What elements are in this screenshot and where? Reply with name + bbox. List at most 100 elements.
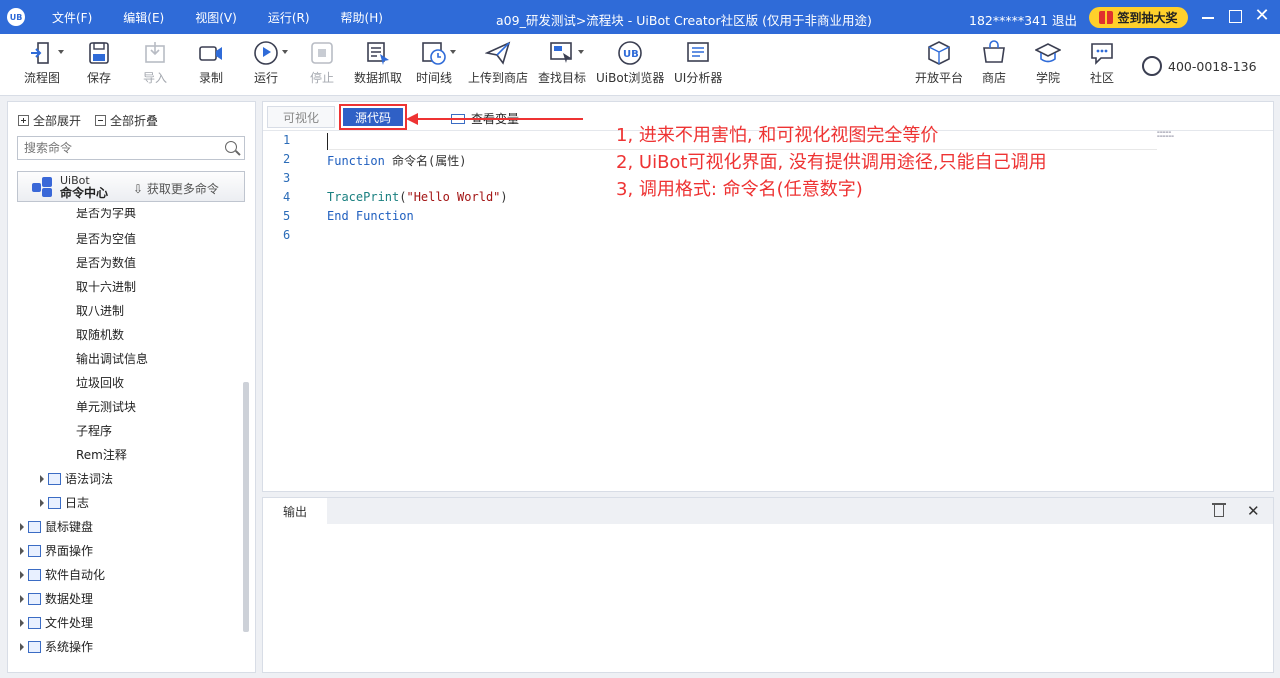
tree-group-file-processing[interactable]: 文件处理 — [20, 614, 93, 631]
close-output-icon[interactable]: ✕ — [1247, 502, 1260, 520]
close-button[interactable]: ✕ — [1254, 7, 1270, 25]
tree-group-data-processing[interactable]: 数据处理 — [20, 590, 93, 607]
command-search-input[interactable] — [17, 136, 245, 160]
code-line[interactable]: Function 命令名(属性) — [327, 152, 466, 169]
support-phone: 400-0018-136 — [1142, 56, 1257, 76]
menu-file[interactable]: 文件(F) — [52, 9, 92, 26]
tree-item[interactable]: 单元测试块 — [76, 398, 136, 415]
record-button[interactable]: 录制 — [198, 40, 224, 86]
tree-item[interactable]: 是否为字典 — [76, 208, 136, 221]
expand-arrow-icon[interactable] — [20, 642, 24, 651]
support-phone-number: 400-0018-136 — [1168, 58, 1257, 74]
graduation-cap-icon — [1034, 40, 1062, 66]
upload-store-button[interactable]: 上传到商店 — [468, 40, 528, 86]
log-icon — [48, 496, 61, 509]
output-tab[interactable]: 输出 — [263, 498, 327, 524]
uibot-browser-button[interactable]: UB UiBot浏览器 — [596, 40, 664, 86]
search-icon[interactable] — [225, 141, 237, 153]
tree-item[interactable]: 取八进制 — [76, 302, 124, 319]
maximize-button[interactable] — [1227, 8, 1243, 24]
checkin-lottery-button[interactable]: 签到抽大奖 — [1089, 7, 1188, 28]
store-button[interactable]: 商店 — [981, 40, 1007, 86]
run-icon — [253, 40, 288, 66]
collapse-all-button[interactable]: 全部折叠 — [95, 112, 158, 129]
tree-item[interactable]: 输出调试信息 — [76, 350, 148, 367]
expand-arrow-icon[interactable] — [20, 546, 24, 555]
store-icon — [981, 40, 1007, 66]
software-icon — [28, 568, 41, 581]
menu-run[interactable]: 运行(R) — [268, 9, 310, 26]
find-target-button[interactable]: 查找目标 — [538, 40, 586, 86]
open-platform-button[interactable]: 开放平台 — [915, 40, 963, 86]
expand-arrow-icon[interactable] — [20, 570, 24, 579]
user-logout[interactable]: 182*****341 退出 — [969, 10, 1077, 29]
tree-group-mouse-keyboard[interactable]: 鼠标键盘 — [20, 518, 93, 535]
tree-item[interactable]: 取随机数 — [76, 326, 124, 343]
line-number: 4 — [283, 190, 291, 204]
window-icon — [28, 544, 41, 557]
tree-item[interactable]: 取十六进制 — [76, 278, 136, 295]
line-number: 6 — [283, 228, 291, 242]
tree-item[interactable]: 垃圾回收 — [76, 374, 124, 391]
ui-analyzer-button[interactable]: UI分析器 — [674, 40, 722, 86]
save-icon — [86, 40, 112, 66]
annotation-line-1: 1, 进来不用害怕, 和可视化视图完全等价 — [616, 125, 939, 146]
annotation-arrow — [413, 118, 583, 120]
tree-group-log[interactable]: 日志 — [40, 494, 89, 511]
phone-icon — [1142, 56, 1162, 76]
tree-group-syntax[interactable]: 语法词法 — [40, 470, 113, 487]
flowchart-button[interactable]: 流程图 — [24, 40, 64, 86]
plus-box-icon — [18, 115, 29, 126]
open-platform-icon — [926, 40, 952, 66]
command-center-button[interactable]: UiBot 命令中心 ⇩ 获取更多命令 — [17, 171, 245, 202]
window-title: a09_研发测试>流程块 - UiBot Creator社区版 (仅用于非商业用… — [496, 13, 872, 28]
tree-item[interactable]: 子程序 — [76, 422, 112, 439]
tab-visual[interactable]: 可视化 — [267, 106, 335, 128]
stop-button[interactable]: 停止 — [309, 40, 335, 86]
save-button[interactable]: 保存 — [86, 40, 112, 86]
tree-item[interactable]: 是否为空值 — [76, 230, 136, 247]
import-icon — [142, 40, 168, 66]
app-logo-icon: UB — [7, 8, 25, 26]
expand-all-button[interactable]: 全部展开 — [18, 112, 81, 129]
line-number: 3 — [283, 171, 291, 185]
minus-box-icon — [95, 115, 107, 126]
get-more-commands-link[interactable]: ⇩ 获取更多命令 — [133, 180, 219, 197]
tab-source[interactable]: 源代码 — [343, 108, 403, 126]
command-tree-scrollbar[interactable] — [243, 382, 249, 632]
tree-item[interactable]: Rem注释 — [76, 446, 127, 463]
annotation-line-3: 3, 调用格式: 命令名(任意数字) — [616, 179, 863, 200]
expand-arrow-icon[interactable] — [20, 618, 24, 627]
menu-help[interactable]: 帮助(H) — [341, 9, 383, 26]
chat-bubble-icon — [1089, 40, 1115, 66]
expand-arrow-icon[interactable] — [20, 522, 24, 531]
output-panel: 输出 ✕ — [262, 497, 1274, 673]
expand-arrow-icon[interactable] — [40, 498, 44, 507]
academy-button[interactable]: 学院 — [1034, 40, 1062, 86]
run-button[interactable]: 运行 — [253, 40, 288, 86]
menu-edit[interactable]: 编辑(E) — [123, 9, 164, 26]
data-capture-button[interactable]: 数据抓取 — [354, 40, 402, 86]
code-minimap[interactable]: ▬▬▬▬▬ ▬▬▬▬▬▬ — [1157, 130, 1185, 142]
tree-item[interactable]: 是否为数值 — [76, 254, 136, 271]
annotation-line-2: 2, UiBot可视化界面, 没有提供调用途径,只能自己调用 — [616, 152, 1047, 173]
tab-source-highlight: 源代码 — [339, 104, 407, 130]
trash-icon[interactable] — [1212, 503, 1226, 517]
tree-group-system-operation[interactable]: 系统操作 — [20, 638, 93, 655]
minimize-button[interactable] — [1200, 8, 1216, 24]
community-button[interactable]: 社区 — [1089, 40, 1115, 86]
toolbar: 流程图 保存 导入 录制 运行 停止 数据抓取 时间线 上传到商店 查找目标 U… — [0, 34, 1280, 96]
flowchart-icon — [29, 40, 64, 66]
import-button[interactable]: 导入 — [142, 40, 168, 86]
paper-plane-icon — [484, 40, 511, 66]
menu-view[interactable]: 视图(V) — [195, 9, 237, 26]
code-line[interactable]: TracePrint("Hello World") — [327, 190, 508, 204]
code-line[interactable]: End Function — [327, 209, 414, 223]
stop-icon — [309, 40, 335, 66]
timeline-button[interactable]: 时间线 — [416, 40, 456, 86]
tree-group-ui-operation[interactable]: 界面操作 — [20, 542, 93, 559]
expand-arrow-icon[interactable] — [20, 594, 24, 603]
system-icon — [28, 640, 41, 653]
tree-group-software-automation[interactable]: 软件自动化 — [20, 566, 105, 583]
expand-arrow-icon[interactable] — [40, 474, 44, 483]
